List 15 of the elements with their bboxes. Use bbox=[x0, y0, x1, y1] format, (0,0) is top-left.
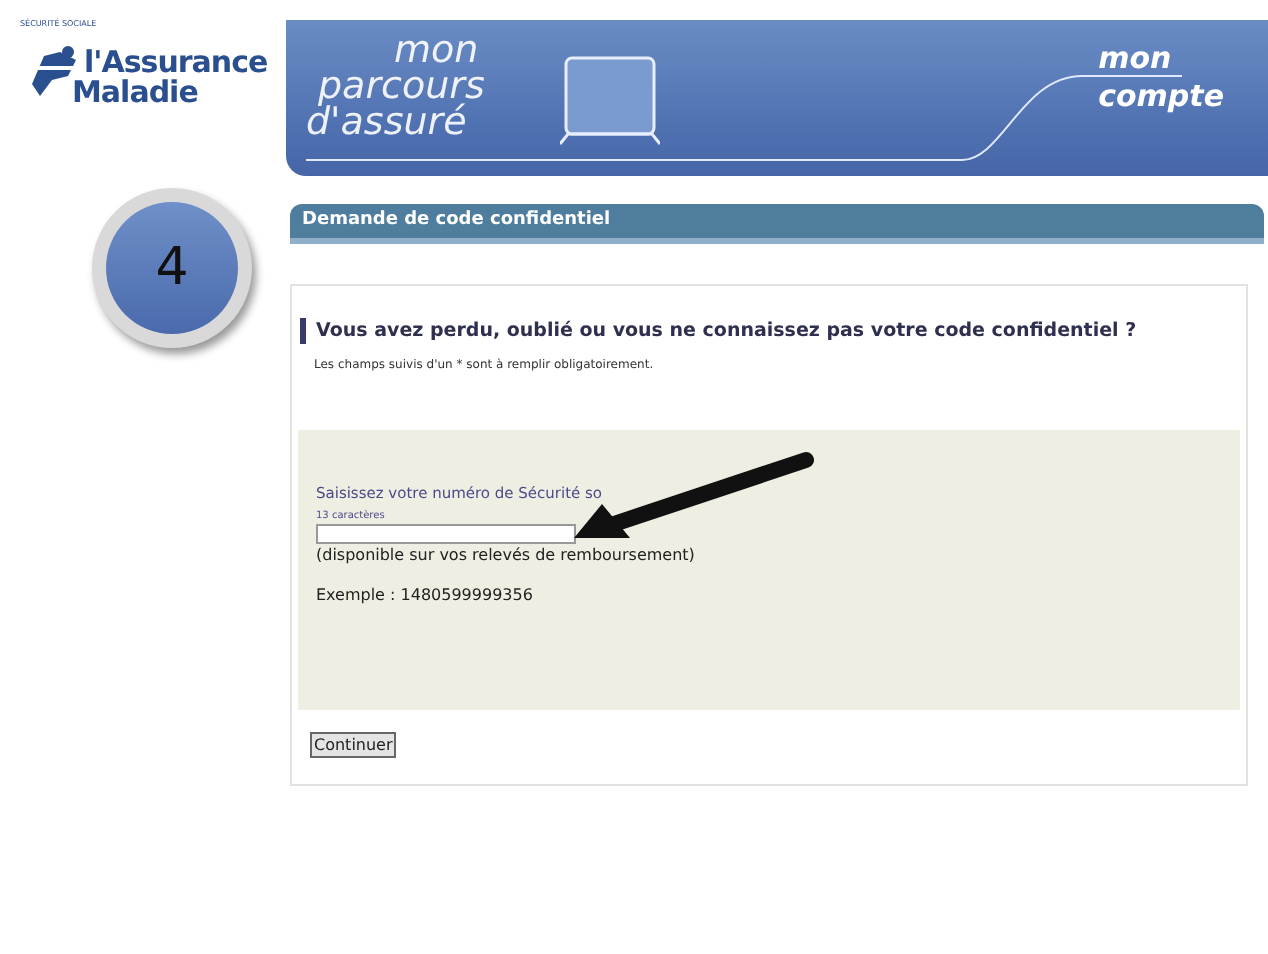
panel-title: Demande de code confidentiel bbox=[290, 204, 1264, 244]
banner-text: compte bbox=[1098, 82, 1224, 112]
logo-text: Maladie bbox=[72, 78, 200, 108]
help-text: (disponible sur vos relevés de remboursement) bbox=[316, 544, 697, 568]
logo-text: l'Assurance bbox=[84, 48, 268, 78]
step-number: 4 bbox=[106, 202, 238, 334]
banner-text: mon bbox=[392, 32, 479, 68]
laptop-icon bbox=[560, 54, 660, 146]
banner-text: mon bbox=[1098, 44, 1174, 74]
ssn-field[interactable] bbox=[316, 524, 576, 544]
banner-text: d'assuré bbox=[306, 104, 467, 140]
example-text: Exemple : 1480599999356 bbox=[316, 584, 535, 608]
banner-text: parcours bbox=[318, 68, 485, 104]
continue-button[interactable]: Continuer bbox=[310, 732, 397, 758]
form-heading: Vous avez perdu, oublié ou vous ne connaissez pas votre code confidentiel ? bbox=[300, 318, 1246, 344]
